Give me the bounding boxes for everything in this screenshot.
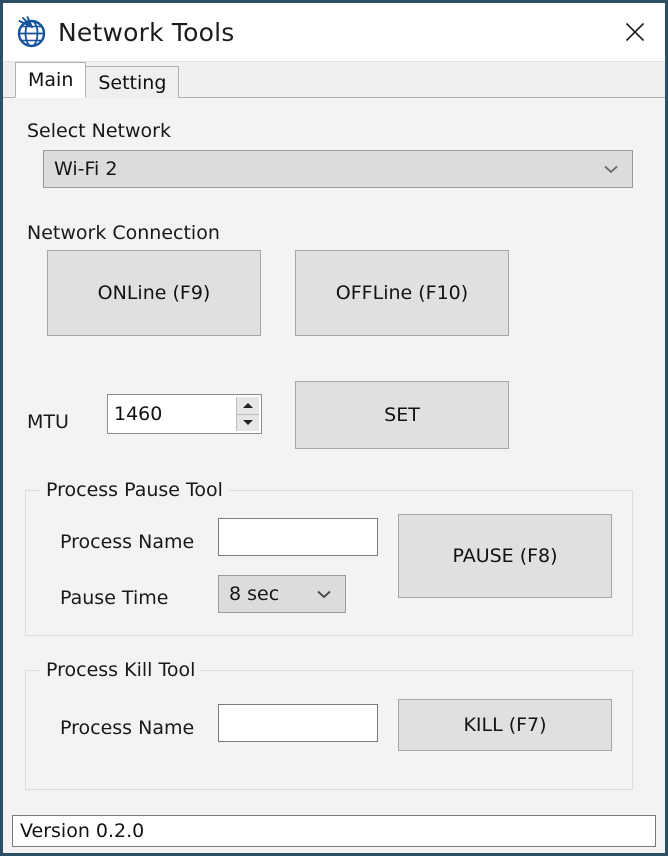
status-bar: Version 0.2.0 [3, 811, 665, 853]
triangle-down-icon [243, 420, 253, 426]
tab-strip: Main Setting [3, 62, 665, 99]
online-button[interactable]: ONLine (F9) [47, 250, 261, 336]
mtu-decrement-button[interactable] [237, 414, 259, 431]
pause-button[interactable]: PAUSE (F8) [398, 514, 612, 598]
triangle-up-icon [243, 402, 253, 408]
globe-network-icon [14, 15, 48, 49]
select-network-value: Wi-Fi 2 [54, 158, 118, 180]
select-network-combobox[interactable]: Wi-Fi 2 [43, 150, 633, 188]
tab-main-label: Main [28, 69, 74, 91]
mtu-input[interactable] [108, 395, 236, 433]
mtu-stepper-buttons [236, 397, 259, 431]
main-panel: Select Network Wi-Fi 2 Network Connectio… [3, 98, 665, 811]
process-pause-tool-group: Process Pause Tool Process Name Pause Ti… [25, 479, 633, 636]
tab-main[interactable]: Main [15, 62, 87, 98]
mtu-stepper[interactable] [107, 394, 262, 434]
mtu-label: MTU [27, 411, 69, 433]
pause-time-value: 8 sec [229, 583, 280, 605]
network-connection-label: Network Connection [27, 222, 220, 244]
window-title: Network Tools [58, 17, 235, 47]
mtu-set-button[interactable]: SET [295, 381, 509, 449]
process-pause-tool-title: Process Pause Tool [40, 479, 229, 501]
status-text: Version 0.2.0 [12, 815, 656, 847]
pause-time-combobox[interactable]: 8 sec [218, 575, 346, 613]
chevron-down-icon [602, 163, 632, 175]
kill-process-name-label: Process Name [60, 717, 195, 739]
tab-setting[interactable]: Setting [85, 66, 180, 99]
title-bar: Network Tools [3, 3, 665, 62]
pause-process-name-input[interactable] [218, 518, 378, 556]
process-kill-tool-group: Process Kill Tool Process Name KILL (F7) [25, 659, 633, 790]
pause-time-label: Pause Time [60, 587, 169, 609]
close-icon [624, 21, 646, 43]
chevron-down-icon [315, 588, 345, 600]
process-kill-tool-title: Process Kill Tool [40, 659, 202, 681]
select-network-label: Select Network [27, 120, 171, 142]
pause-process-name-label: Process Name [60, 531, 195, 553]
tab-setting-label: Setting [98, 72, 167, 94]
kill-button[interactable]: KILL (F7) [398, 699, 612, 751]
mtu-increment-button[interactable] [237, 397, 259, 415]
close-button[interactable] [605, 3, 665, 60]
app-window: Network Tools Main Setting Select Networ… [0, 0, 668, 856]
kill-process-name-input[interactable] [218, 704, 378, 742]
offline-button[interactable]: OFFLine (F10) [295, 250, 509, 336]
